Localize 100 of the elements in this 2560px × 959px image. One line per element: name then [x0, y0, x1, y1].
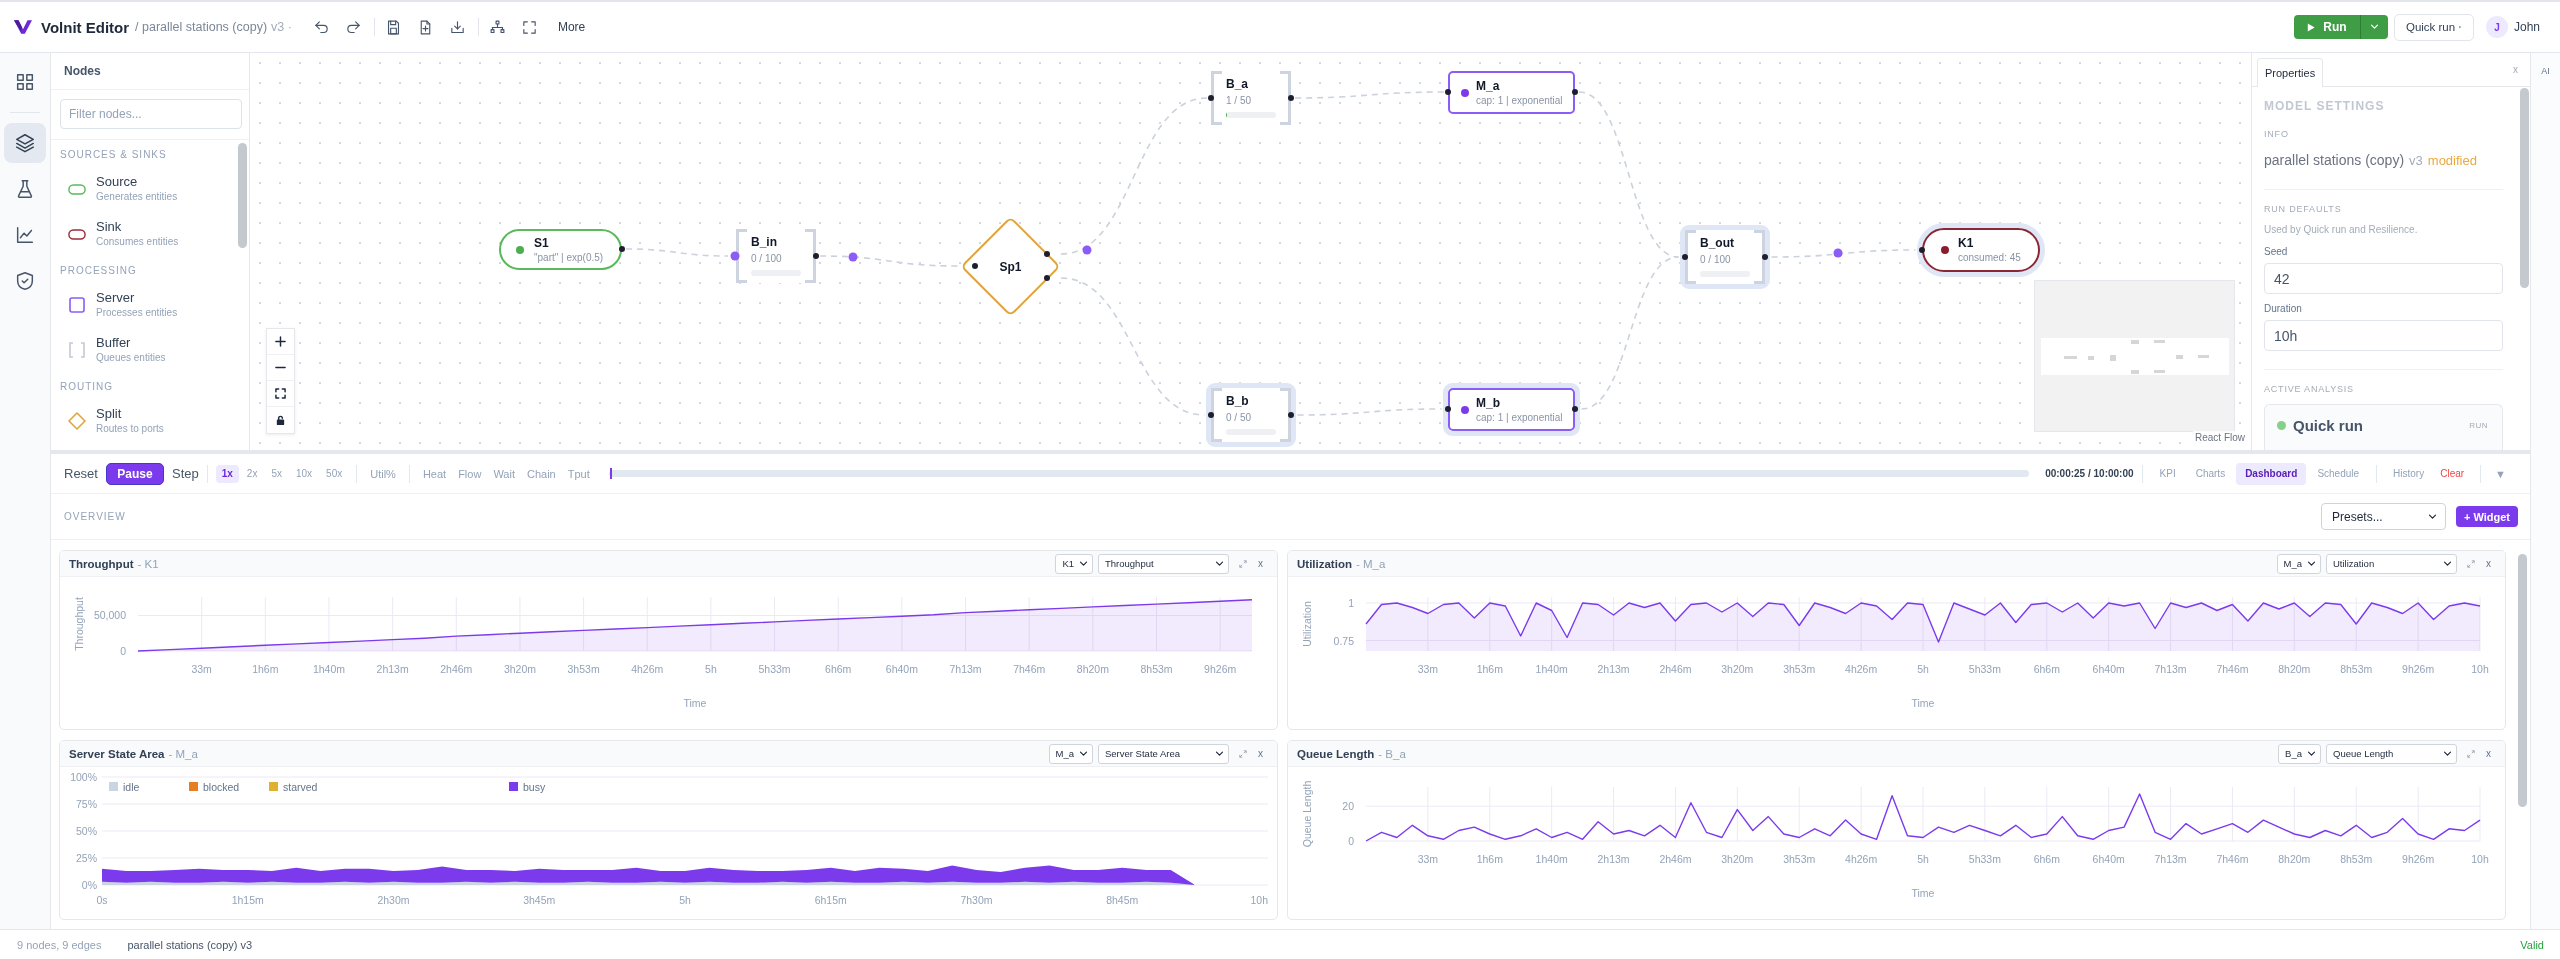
axis-title: Queue Length — [1300, 780, 1313, 848]
node-select[interactable]: K1 — [1055, 553, 1093, 574]
connection-handle-icon[interactable] — [1044, 251, 1050, 257]
chevron-down-icon[interactable] — [1215, 560, 1224, 567]
text-field[interactable]: 10h — [2264, 320, 2503, 351]
fullscreen-icon[interactable] — [521, 18, 539, 36]
item-name[interactable]: Server — [96, 290, 178, 306]
analysis-card[interactable]: Quick run RUN — [2264, 404, 2503, 450]
metric-select[interactable]: Queue Length — [2326, 743, 2457, 764]
chevron-down-icon[interactable] — [1079, 560, 1088, 567]
item-name[interactable]: Buffer — [96, 335, 166, 351]
quick-run-button[interactable]: Quick run · — [2393, 13, 2474, 41]
clear-button[interactable]: Clear — [2432, 462, 2473, 485]
playback-progress-track[interactable] — [608, 470, 2030, 477]
item-name[interactable]: Split — [96, 406, 164, 422]
step-button[interactable]: Step — [171, 462, 199, 485]
add-widget-button[interactable]: + Widget — [2455, 506, 2518, 527]
buffer-node[interactable]: B_in 0 / 100 — [736, 229, 816, 283]
play-icon[interactable] — [2307, 22, 2316, 32]
connection-handle-icon[interactable] — [1919, 247, 1925, 253]
speed-option[interactable]: 1x — [215, 464, 239, 483]
metric-select[interactable]: Utilization — [2326, 553, 2457, 574]
grid-icon[interactable] — [14, 71, 36, 93]
connection-handle-icon[interactable] — [1572, 406, 1578, 412]
connection-handle-icon[interactable] — [972, 263, 978, 269]
connection-handle-icon[interactable] — [1044, 275, 1050, 281]
pill-shape-icon[interactable] — [68, 228, 86, 240]
download-icon[interactable] — [449, 18, 467, 36]
axis-tick-label: 25% — [76, 852, 97, 864]
server-node[interactable]: M_b cap: 1 | exponential — [1443, 383, 1580, 436]
scrollbar[interactable] — [2520, 88, 2529, 288]
pause-button[interactable]: Pause — [105, 462, 164, 485]
connection-handle-icon[interactable] — [1208, 412, 1214, 418]
layers-icon[interactable] — [14, 132, 36, 154]
fit-view-icon[interactable] — [275, 388, 286, 399]
connection-handle-icon[interactable] — [1445, 89, 1451, 95]
filter-field[interactable]: Filter nodes... — [60, 99, 242, 129]
lock-icon[interactable] — [275, 414, 286, 426]
close-button[interactable]: x — [1258, 746, 1263, 761]
source-node[interactable]: S1 "part" | exp(0.5) — [499, 229, 622, 270]
text-field[interactable]: 42 — [2264, 263, 2503, 294]
plus-icon[interactable] — [275, 336, 286, 347]
node-label: B_in — [751, 235, 777, 250]
validation-status: Valid — [2520, 938, 2544, 951]
user-name[interactable]: John — [2513, 20, 2540, 34]
scrollbar[interactable] — [2518, 554, 2527, 807]
item-name[interactable]: Source — [96, 174, 178, 190]
edge-line[interactable] — [1770, 249, 1917, 258]
chevron-down-icon[interactable] — [2427, 513, 2437, 520]
redo-icon[interactable] — [345, 18, 363, 36]
connection-handle-icon[interactable] — [1288, 95, 1294, 101]
square-shape-icon[interactable] — [69, 297, 85, 313]
metric-select[interactable]: Throughput — [1098, 553, 1229, 574]
shield-check-icon[interactable] — [14, 270, 36, 292]
connection-handle-icon[interactable] — [813, 253, 819, 259]
buffer-node[interactable]: B_b 0 / 50 — [1206, 383, 1296, 447]
close-button[interactable]: x — [2486, 556, 2491, 571]
nodes-button[interactable] — [4, 123, 46, 163]
axis-tick-label: 2h46m — [1659, 663, 1692, 675]
hierarchy-icon[interactable] — [489, 18, 507, 36]
connection-handle-icon[interactable] — [1572, 89, 1578, 95]
axis-tick-label: 2h46m — [1659, 853, 1692, 865]
connection-handle-icon[interactable] — [1288, 412, 1294, 418]
chevron-down-icon[interactable] — [2307, 560, 2316, 567]
connection-handle-icon[interactable] — [1445, 406, 1451, 412]
metric-select[interactable]: Server State Area — [1098, 743, 1229, 764]
undo-icon[interactable] — [313, 18, 331, 36]
edge-line[interactable] — [819, 255, 959, 267]
playback-progress-thumb[interactable] — [609, 468, 612, 479]
connection-handle-icon[interactable] — [1762, 254, 1768, 260]
close-button[interactable]: x — [2486, 746, 2491, 761]
connection-handle-icon[interactable] — [1208, 95, 1214, 101]
node-select[interactable]: M_a — [1048, 743, 1093, 764]
chevron-down-icon[interactable] — [2443, 560, 2452, 567]
buffer-node[interactable]: B_a 1 / 50 — [1211, 71, 1291, 125]
user-avatar[interactable]: J — [2485, 16, 2508, 38]
node-select[interactable]: B_a — [2278, 743, 2321, 764]
breadcrumb[interactable]: / parallel stations (copy) — [135, 20, 268, 34]
server-node[interactable]: M_a cap: 1 | exponential — [1448, 71, 1575, 114]
item-name[interactable]: Sink — [96, 219, 179, 235]
buffer-node[interactable]: B_out 0 / 100 — [1680, 225, 1770, 289]
close-button[interactable]: x — [1258, 556, 1263, 571]
chevron-down-icon[interactable] — [2443, 750, 2452, 757]
attribution-link[interactable]: React Flow — [2193, 431, 2247, 444]
presets-select[interactable]: Presets... — [2320, 503, 2446, 530]
sink-node[interactable]: K1 consumed: 45 — [1917, 223, 2045, 277]
run-menu-button[interactable] — [2359, 15, 2388, 39]
scrollbar[interactable] — [238, 143, 247, 248]
panel-tab[interactable]: Properties — [2257, 58, 2324, 87]
view-tab[interactable]: Dashboard — [2236, 462, 2307, 485]
chevron-down-icon[interactable] — [1079, 750, 1088, 757]
more-menu-button[interactable]: More — [557, 15, 586, 39]
line-chart-icon[interactable] — [14, 224, 36, 246]
assistant-tab[interactable]: AI — [2541, 64, 2550, 78]
connection-handle-icon[interactable] — [1682, 254, 1688, 260]
reset-button[interactable]: Reset — [64, 462, 98, 485]
chevron-down-icon[interactable] — [1215, 750, 1224, 757]
chevron-down-icon[interactable] — [2307, 750, 2316, 757]
connection-handle-icon[interactable] — [619, 246, 625, 252]
node-select[interactable]: M_a — [2276, 553, 2321, 574]
